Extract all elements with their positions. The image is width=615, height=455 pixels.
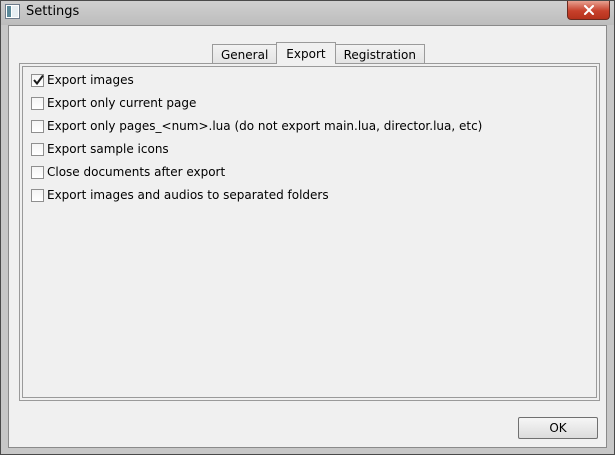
close-icon [583, 5, 594, 15]
app-icon [5, 4, 20, 19]
export-current-page-option[interactable]: Export only current page [31, 94, 196, 112]
close-documents-label: Close documents after export [47, 165, 226, 179]
separate-folders-option[interactable]: Export images and audios to separated fo… [31, 186, 329, 204]
checkmark-icon [33, 74, 44, 85]
export-sample-icons-checkbox[interactable] [31, 142, 44, 156]
window-title: Settings [26, 4, 80, 19]
export-tab-panel: Export images Export only current page E… [19, 63, 600, 401]
export-pages-only-checkbox[interactable] [31, 119, 44, 133]
export-images-label: Export images [47, 73, 134, 87]
close-documents-option[interactable]: Close documents after export [31, 163, 225, 181]
close-button[interactable] [567, 1, 610, 20]
export-pages-only-label: Export only pages_<num>.lua (do not expo… [47, 119, 483, 133]
tab-export[interactable]: Export [276, 42, 336, 65]
dialog-body: General Export Registration Export image… [8, 25, 607, 448]
export-images-option[interactable]: Export images [31, 71, 134, 89]
export-images-checkbox[interactable] [31, 73, 44, 87]
separate-folders-label: Export images and audios to separated fo… [47, 188, 329, 202]
title-bar[interactable]: Settings [1, 1, 614, 25]
tab-registration[interactable]: Registration [334, 44, 425, 64]
export-pages-only-option[interactable]: Export only pages_<num>.lua (do not expo… [31, 117, 482, 135]
tab-bar: General Export Registration [212, 42, 425, 65]
tab-general[interactable]: General [212, 44, 278, 64]
export-options-group: Export images Export only current page E… [22, 66, 597, 398]
export-sample-icons-option[interactable]: Export sample icons [31, 140, 169, 158]
settings-window: Settings General Export Registration Exp… [0, 0, 615, 455]
separate-folders-checkbox[interactable] [31, 188, 44, 202]
export-sample-icons-label: Export sample icons [47, 142, 169, 156]
export-current-page-checkbox[interactable] [31, 96, 44, 110]
close-documents-checkbox[interactable] [31, 165, 44, 179]
ok-button[interactable]: OK [518, 417, 598, 439]
export-current-page-label: Export only current page [47, 96, 197, 110]
